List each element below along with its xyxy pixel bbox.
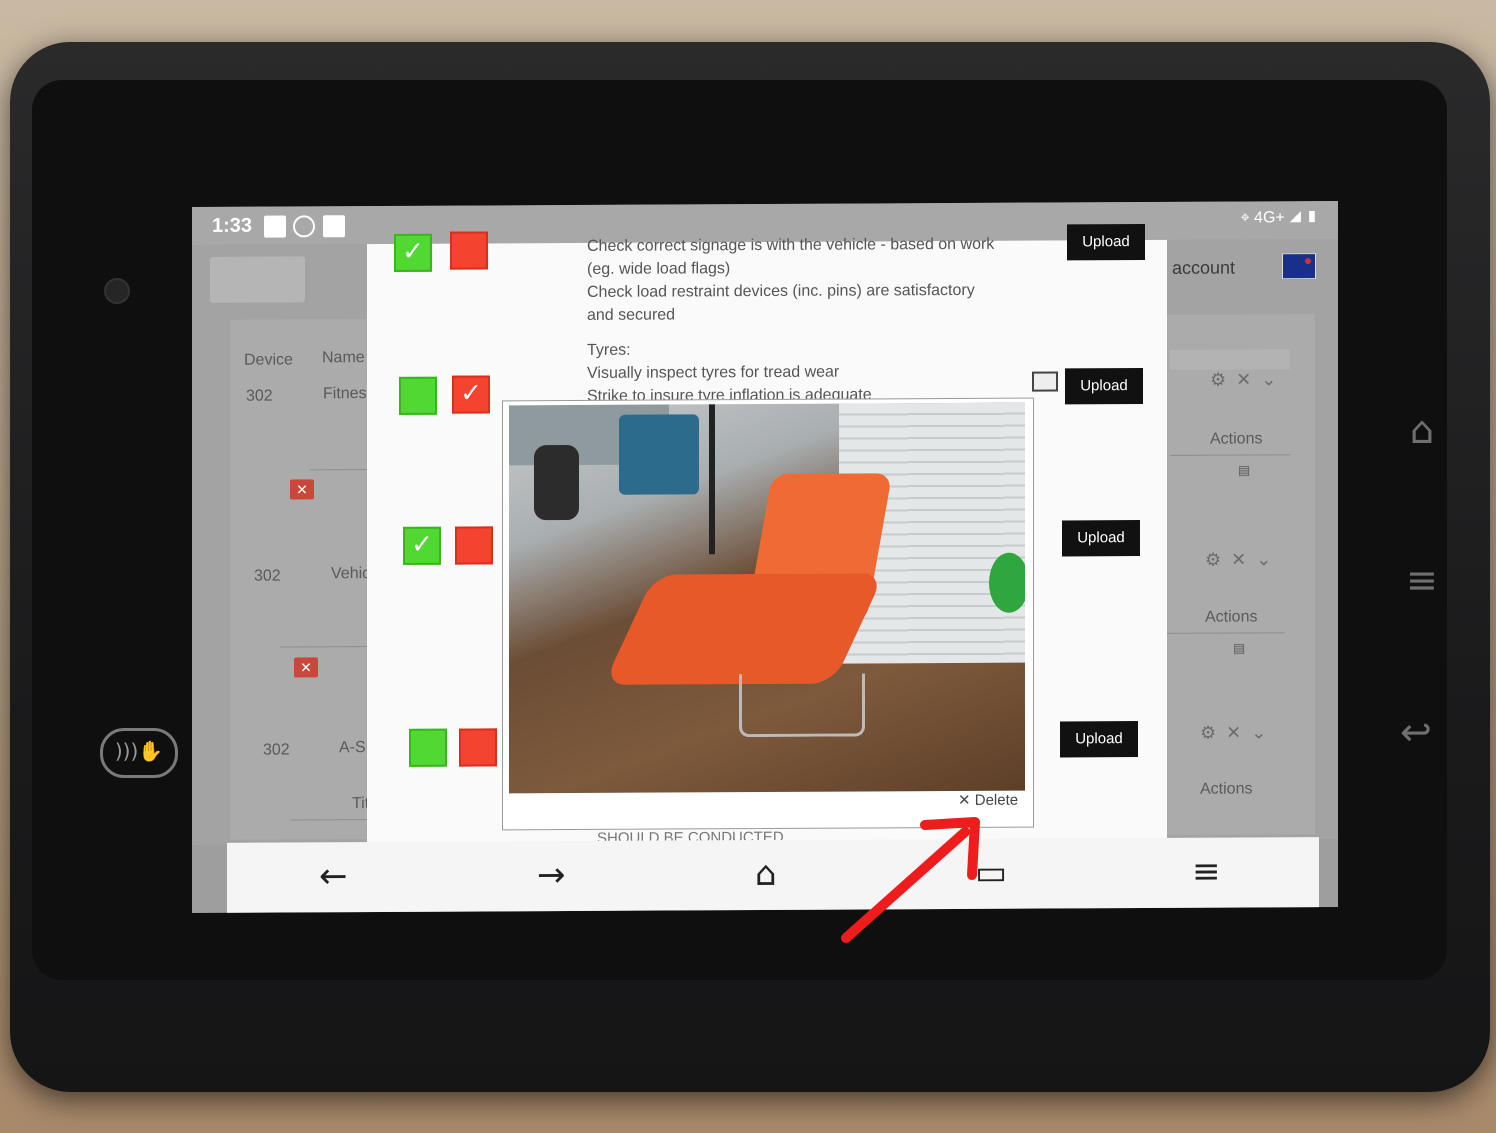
actions-label: Actions [1200, 780, 1253, 798]
tablet-screen: 1:33 ⌖ 4G+ ◢ ▮ account Device Name 302 F… [192, 200, 1338, 914]
upload-button[interactable]: Upload [1067, 224, 1145, 261]
photo-preview: ✕ Delete [502, 397, 1034, 831]
camera-icon [104, 278, 130, 304]
notification-icon [323, 215, 345, 238]
row-device: 302 [254, 567, 281, 585]
upload-button[interactable]: Upload [1060, 721, 1138, 758]
nfc-icon: )))✋ [100, 728, 178, 778]
notification-icon [264, 215, 286, 238]
pass-checkbox[interactable]: ✓ [394, 233, 432, 272]
menu-icon[interactable]: ≡ [1192, 852, 1221, 892]
row-name: Fitnes [323, 385, 367, 403]
home-icon[interactable]: ⌂ [755, 854, 777, 894]
fail-checkbox[interactable] [459, 728, 497, 767]
delete-photo-button[interactable]: ✕ Delete [958, 791, 1018, 809]
pass-checkbox[interactable] [409, 728, 447, 767]
back-arrow-icon[interactable]: ← [319, 856, 348, 896]
network-label: 4G+ [1254, 209, 1285, 227]
checklist-item-text: Tyres: Visually inspect tyres for tread … [587, 341, 872, 405]
actions-label: Actions [1205, 608, 1258, 626]
row-device: 302 [246, 387, 273, 405]
upload-button[interactable]: Upload [1065, 368, 1143, 405]
checklist-item-text: Check correct signage is with the vehicl… [587, 235, 995, 324]
column-header-device: Device [244, 351, 293, 369]
fail-checkbox[interactable] [455, 526, 493, 565]
column-header-name: Name [322, 349, 365, 367]
do-not-disturb-icon [293, 215, 315, 238]
logo [210, 256, 305, 303]
action-icons[interactable]: ⚙✕⌄ [1205, 549, 1281, 570]
hardware-back-icon[interactable]: ↩ [1400, 710, 1432, 754]
status-time: 1:33 [212, 214, 253, 237]
fail-checkbox[interactable] [450, 231, 488, 270]
account-link[interactable]: account [1172, 258, 1235, 279]
action-icons[interactable]: ⚙✕⌄ [1200, 722, 1276, 743]
uploaded-photo [509, 402, 1025, 794]
upload-button[interactable]: Upload [1062, 520, 1140, 557]
list-icon[interactable]: ▤ [1238, 462, 1250, 478]
actions-label: Actions [1210, 430, 1263, 448]
remove-icon[interactable]: ✕ [294, 657, 318, 678]
remove-icon[interactable]: ✕ [290, 479, 314, 500]
hardware-menu-icon[interactable]: ≡ [1406, 558, 1438, 602]
checklist-modal: ✓ Check correct signage is with the vehi… [367, 224, 1167, 850]
action-icons[interactable]: ⚙✕⌄ [1210, 369, 1286, 390]
fail-checkbox-checked[interactable]: ✓ [452, 375, 490, 414]
browser-nav-bar: ← → ⌂ ▭ ≡ [227, 837, 1319, 914]
image-icon[interactable] [1032, 371, 1058, 392]
location-icon: ⌖ [1240, 209, 1255, 227]
battery-icon: ▮ [1305, 209, 1318, 227]
list-icon[interactable]: ▤ [1233, 640, 1245, 656]
signal-icon: ◢ [1289, 209, 1306, 227]
pass-checkbox[interactable] [399, 376, 437, 415]
hardware-home-icon[interactable]: ⌂ [1410, 408, 1434, 452]
row-device: 302 [263, 741, 290, 759]
pass-checkbox-checked[interactable]: ✓ [403, 526, 441, 565]
annotation-arrow-icon [841, 817, 980, 943]
forward-arrow-icon[interactable]: → [537, 855, 566, 895]
australia-flag-icon[interactable] [1282, 253, 1316, 280]
